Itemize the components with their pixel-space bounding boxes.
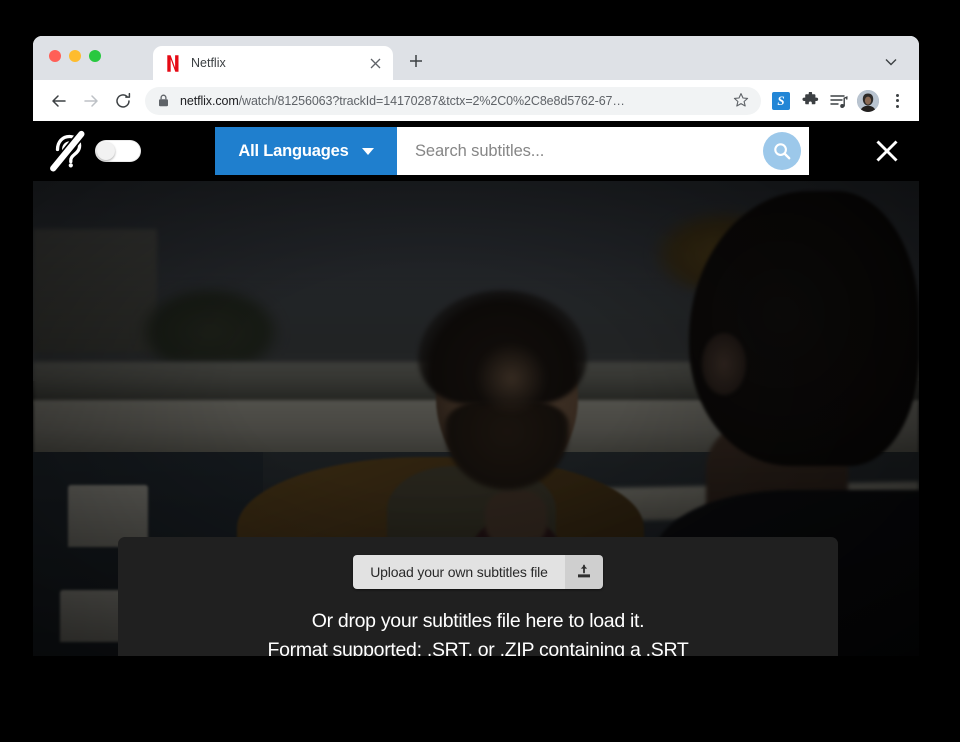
new-tab-button[interactable]: [403, 48, 429, 74]
toggle-knob: [97, 142, 115, 160]
subtitle-search-bar: All Languages Search subtitles...: [33, 121, 919, 181]
upload-icon[interactable]: [564, 555, 603, 589]
subtitle-drop-panel[interactable]: Upload your own subtitles file Or drop y…: [118, 537, 838, 656]
three-dot-menu-icon[interactable]: [883, 87, 911, 115]
url-path: /watch/81256063?trackId=14170287&tctx=2%…: [238, 93, 625, 108]
address-bar[interactable]: netflix.com/watch/81256063?trackId=14170…: [145, 86, 761, 115]
close-icon[interactable]: [871, 135, 903, 167]
browser-toolbar: netflix.com/watch/81256063?trackId=14170…: [33, 80, 919, 121]
avatar: [857, 89, 879, 112]
extension-badge-s: S: [772, 91, 790, 110]
chevron-down-icon[interactable]: [881, 52, 901, 72]
subtitle-search-field[interactable]: Search subtitles...: [397, 127, 809, 175]
url-host: netflix.com: [180, 93, 239, 108]
url-text: netflix.com/watch/81256063?trackId=14170…: [180, 94, 727, 108]
subtitles-toggle-group: [48, 129, 141, 174]
maximize-window-button[interactable]: [89, 50, 101, 62]
subtitle-extension-icon[interactable]: S: [767, 87, 795, 115]
subtitle-search-cluster: All Languages Search subtitles...: [215, 127, 809, 175]
language-filter-dropdown[interactable]: All Languages: [215, 127, 397, 175]
back-arrow-icon[interactable]: [43, 85, 75, 117]
language-filter-label: All Languages: [238, 141, 349, 160]
menu-dots: [887, 91, 907, 111]
upload-button-label: Upload your own subtitles file: [353, 555, 565, 589]
minimize-window-button[interactable]: [69, 50, 81, 62]
profile-avatar[interactable]: [854, 87, 882, 115]
drop-instruction-line-1: Or drop your subtitles file here to load…: [311, 610, 645, 632]
upload-subtitles-button[interactable]: Upload your own subtitles file: [353, 555, 603, 589]
lock-icon: [158, 94, 171, 108]
screenshot-root: Netflix netflix.com/watch/81256063?track…: [0, 0, 960, 742]
netflix-n-logo-icon: [165, 54, 180, 72]
puzzle-extensions-icon[interactable]: [796, 87, 824, 115]
tab-strip: Netflix: [33, 36, 919, 80]
close-window-button[interactable]: [49, 50, 61, 62]
window-traffic-lights: [49, 50, 101, 62]
tab-title: Netflix: [191, 56, 226, 70]
tab-close-icon[interactable]: [367, 55, 383, 71]
browser-tab-netflix[interactable]: Netflix: [153, 46, 393, 80]
forward-arrow-icon[interactable]: [75, 85, 107, 117]
chevron-down-icon: [361, 147, 374, 155]
reload-icon[interactable]: [107, 85, 139, 117]
media-playlist-icon[interactable]: [825, 87, 853, 115]
subtitles-toggle[interactable]: [95, 140, 141, 162]
star-icon[interactable]: [733, 92, 751, 110]
deaf-hard-of-hearing-icon: [48, 129, 87, 174]
drop-instruction-line-2: Format supported: .SRT, or .ZIP containi…: [267, 639, 689, 656]
page-viewport: All Languages Search subtitles... Upload…: [33, 121, 919, 656]
search-input[interactable]: Search subtitles...: [415, 142, 763, 161]
browser-window: Netflix netflix.com/watch/81256063?track…: [33, 36, 919, 121]
search-icon[interactable]: [763, 132, 801, 170]
extension-icons: S: [767, 87, 911, 115]
